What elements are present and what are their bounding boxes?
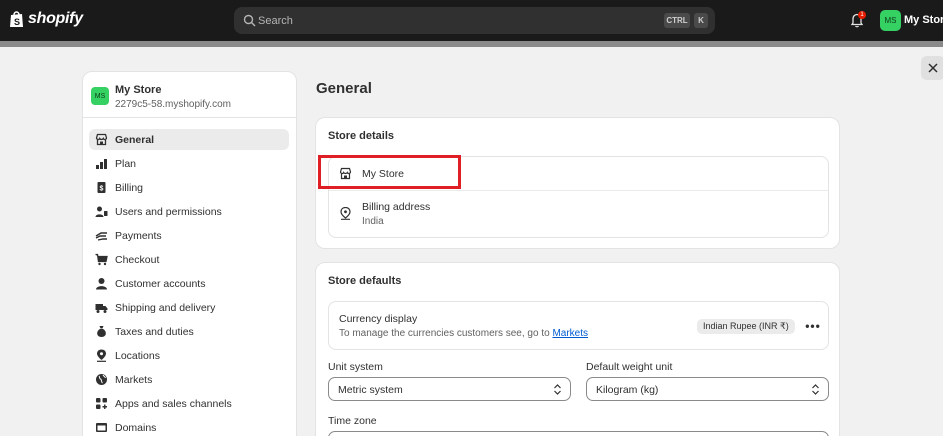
close-settings-button[interactable] [921, 56, 943, 80]
time-zone-select[interactable] [328, 431, 829, 436]
billing-icon: $ [97, 182, 106, 193]
sidebar-item-label: Checkout [115, 254, 160, 266]
sidebar-item-domains[interactable]: Domains [89, 417, 289, 436]
top-bar: S shopify CTRL K 1 MS My Store [0, 0, 943, 41]
sidebar-item-users[interactable]: Users and permissions [89, 201, 289, 222]
sidebar-item-locations[interactable]: Locations [89, 345, 289, 366]
billing-address-label: Billing address [362, 201, 431, 213]
sidebar-item-billing[interactable]: $ Billing [89, 177, 289, 198]
payments-icon [95, 232, 107, 241]
sidebar-store-avatar: MS [91, 87, 109, 105]
time-zone-label: Time zone [328, 415, 377, 427]
store-menu-name[interactable]: My Store [904, 14, 943, 26]
chevron-up-down-icon [554, 384, 561, 395]
sidebar-item-label: Apps and sales channels [115, 398, 232, 410]
globe-icon [96, 374, 107, 385]
sidebar-item-markets[interactable]: Markets [89, 369, 289, 390]
weight-unit-label: Default weight unit [586, 361, 673, 373]
search-input[interactable] [258, 7, 658, 34]
store-details-title: Store details [328, 130, 395, 142]
sidebar-item-apps[interactable]: Apps and sales channels [89, 393, 289, 414]
apps-icon [96, 398, 107, 409]
shopify-logo[interactable]: S shopify [9, 10, 83, 28]
store-defaults-card: Store defaults Currency display To manag… [315, 262, 840, 436]
person-icon [96, 278, 107, 290]
notification-badge: 1 [858, 11, 866, 19]
sidebar-item-payments[interactable]: Payments [89, 225, 289, 246]
money-bag-icon [97, 326, 106, 337]
sidebar-item-plan[interactable]: Plan [89, 153, 289, 174]
sidebar-store-header[interactable]: MS My Store 2279c5-58.myshopify.com [83, 72, 296, 118]
sidebar-item-label: Plan [115, 158, 137, 170]
sidebar-item-taxes[interactable]: Taxes and duties [89, 321, 289, 342]
search-bar[interactable]: CTRL K [234, 7, 715, 34]
markets-link[interactable]: Markets [552, 328, 588, 339]
plan-chart-icon [96, 159, 107, 169]
close-icon [928, 63, 938, 73]
sidebar-item-label: Payments [115, 230, 162, 242]
store-icon [95, 133, 108, 146]
currency-display-title: Currency display [339, 313, 418, 325]
sidebar-item-label: Billing [115, 182, 144, 194]
billing-address-value: India [362, 216, 384, 227]
store-avatar[interactable]: MS [880, 10, 901, 31]
sidebar-item-customer-accounts[interactable]: Customer accounts [89, 273, 289, 294]
shopify-bag-icon: S [10, 11, 23, 27]
sidebar-item-label: General [115, 134, 155, 146]
shortcut-ctrl-key: CTRL [664, 13, 690, 28]
sidebar-store-name: My Store [115, 84, 162, 96]
currency-display-box: Currency display To manage the currencie… [328, 301, 829, 350]
currency-desc-text: To manage the currencies customers see, … [339, 328, 550, 339]
sidebar-store-domain: 2279c5-58.myshopify.com [115, 99, 231, 110]
sidebar-item-label: Shipping and delivery [115, 302, 216, 314]
search-icon [243, 14, 256, 27]
sidebar-item-label: Markets [115, 374, 153, 386]
store-defaults-title: Store defaults [328, 275, 402, 287]
weight-unit-value: Kilogram (kg) [596, 384, 659, 396]
unit-system-select[interactable]: Metric system [328, 377, 571, 401]
sidebar-item-label: Locations [115, 350, 160, 362]
sidebar-item-shipping[interactable]: Shipping and delivery [89, 297, 289, 318]
currency-badge: Indian Rupee (INR ₹) [697, 319, 795, 334]
sidebar-item-label: Taxes and duties [115, 326, 194, 338]
sidebar-item-label: Customer accounts [115, 278, 206, 290]
page-title: General [316, 80, 372, 97]
settings-sidebar: MS My Store 2279c5-58.myshopify.com Gene… [82, 71, 297, 436]
sidebar-item-checkout[interactable]: Checkout [89, 249, 289, 270]
svg-text:S: S [14, 17, 20, 27]
currency-display-description: To manage the currencies customers see, … [339, 328, 588, 339]
sidebar-item-label: Users and permissions [115, 206, 222, 218]
shortcut-k-key: K [694, 13, 708, 28]
truck-icon [95, 304, 108, 313]
location-pin-icon [97, 349, 106, 362]
cart-icon [95, 253, 108, 266]
svg-text:$: $ [100, 186, 104, 193]
highlight-annotation [318, 155, 461, 189]
logo-text: shopify [28, 10, 83, 27]
location-pin-icon [340, 207, 351, 220]
users-icon [95, 206, 108, 217]
sidebar-item-general[interactable]: General [89, 129, 289, 150]
chevron-up-down-icon [812, 384, 819, 395]
sidebar-item-label: Domains [115, 422, 157, 434]
topbar-divider [0, 41, 943, 47]
billing-address-row[interactable]: Billing address India [329, 192, 828, 237]
unit-system-value: Metric system [338, 384, 403, 396]
unit-system-label: Unit system [328, 361, 383, 373]
more-actions-button[interactable]: ••• [804, 317, 822, 335]
weight-unit-select[interactable]: Kilogram (kg) [586, 377, 829, 401]
domains-icon [96, 423, 107, 432]
